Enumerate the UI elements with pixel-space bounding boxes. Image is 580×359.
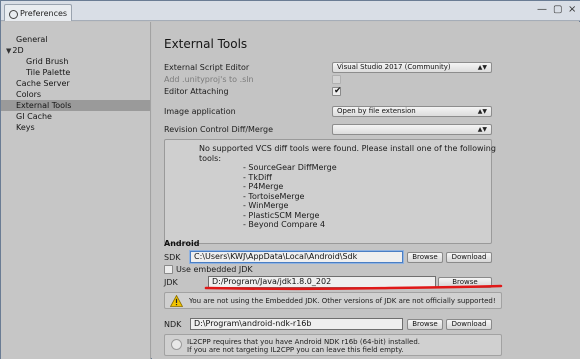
vcs-tool-item: - PlasticSCM Merge bbox=[243, 210, 320, 220]
preferences-window: Preferences — ▢ × General ▼2D Grid Brush… bbox=[0, 0, 580, 359]
editor-attaching-checkbox[interactable]: ✔ bbox=[332, 86, 342, 96]
info-line: If you are not targeting IL2CPP you can … bbox=[187, 346, 404, 354]
jdk-warning-box: You are not using the Embedded JDK. Othe… bbox=[164, 292, 502, 309]
sidebar-item-cache-server[interactable]: Cache Server bbox=[1, 78, 150, 89]
dropdown-value: Open by file extension bbox=[337, 107, 416, 115]
ndk-browse-button[interactable]: Browse bbox=[407, 319, 443, 330]
info-line: IL2CPP requires that you have Android ND… bbox=[187, 338, 421, 346]
preferences-sidebar: General ▼2D Grid Brush Tile Palette Cach… bbox=[1, 22, 151, 359]
vcs-tool-item: - TkDiff bbox=[243, 172, 272, 182]
sdk-path-field[interactable]: C:\Users\KWJ\AppData\Local\Android\Sdk bbox=[190, 251, 403, 263]
use-embedded-jdk-checkbox[interactable] bbox=[164, 265, 173, 274]
checkmark-icon: ✔ bbox=[334, 86, 342, 96]
maximize-button[interactable]: ▢ bbox=[553, 5, 562, 15]
vcs-tool-item: - SourceGear DiffMerge bbox=[243, 163, 337, 172]
editor-attaching-label: Editor Attaching bbox=[164, 87, 229, 96]
minimize-button[interactable]: — bbox=[537, 5, 547, 15]
vcs-message-line: tools: bbox=[199, 153, 222, 163]
ndk-label: NDK bbox=[164, 320, 182, 329]
sidebar-item-general[interactable]: General bbox=[1, 34, 150, 45]
page-title: External Tools bbox=[164, 37, 248, 51]
vcs-help-box: No supported VCS diff tools were found. … bbox=[164, 139, 496, 244]
ndk-path-field[interactable]: D:\Program\android-ndk-r16b bbox=[190, 318, 403, 330]
sidebar-item-keys[interactable]: Keys bbox=[1, 122, 150, 133]
sdk-browse-button[interactable]: Browse bbox=[407, 252, 443, 263]
script-editor-dropdown[interactable]: Visual Studio 2017 (Community) ▲▼ bbox=[332, 62, 492, 73]
vcs-message-line: No supported VCS diff tools were found. … bbox=[199, 144, 496, 153]
vcs-label: Revision Control Diff/Merge bbox=[164, 125, 273, 134]
sidebar-item-grid-brush[interactable]: Grid Brush bbox=[1, 56, 150, 67]
sidebar-item-label: 2D bbox=[12, 46, 24, 55]
sdk-download-button[interactable]: Download bbox=[446, 252, 492, 263]
script-editor-label: External Script Editor bbox=[164, 63, 250, 72]
main-panel: External Tools External Script Editor Vi… bbox=[152, 22, 580, 359]
il2cpp-info-text: IL2CPP requires that you have Android ND… bbox=[187, 338, 420, 354]
jdk-warning-text: You are not using the Embedded JDK. Othe… bbox=[189, 297, 496, 305]
jdk-browse-button[interactable]: Browse bbox=[438, 277, 492, 288]
vcs-tool-item: - WinMerge bbox=[243, 201, 289, 210]
vcs-tool-item: - Beyond Compare 4 bbox=[243, 220, 326, 229]
tab-title: Preferences bbox=[20, 8, 68, 18]
gear-icon bbox=[8, 9, 18, 19]
vcs-tool-item: - TortoiseMerge bbox=[243, 191, 305, 201]
warning-icon bbox=[170, 295, 183, 307]
vcs-dropdown[interactable]: ▲▼ bbox=[332, 124, 492, 135]
dropdown-value: Visual Studio 2017 (Community) bbox=[337, 63, 451, 71]
sidebar-item-2d[interactable]: ▼2D bbox=[1, 45, 150, 56]
title-bar: Preferences — ▢ × bbox=[1, 1, 580, 21]
dropdown-arrow-icon: ▲▼ bbox=[477, 126, 487, 133]
image-application-dropdown[interactable]: Open by file extension ▲▼ bbox=[332, 106, 492, 117]
sidebar-item-tile-palette[interactable]: Tile Palette bbox=[1, 67, 150, 78]
jdk-label: JDK bbox=[164, 278, 178, 287]
sdk-label: SDK bbox=[164, 253, 181, 262]
vcs-tool-item: - P4Merge bbox=[243, 182, 284, 191]
dropdown-arrow-icon: ▲▼ bbox=[477, 108, 487, 115]
preferences-tab[interactable]: Preferences bbox=[4, 4, 72, 21]
use-embedded-jdk-label: Use embedded JDK bbox=[176, 265, 253, 274]
image-application-label: Image application bbox=[164, 107, 236, 116]
add-sln-checkbox[interactable] bbox=[332, 75, 341, 84]
il2cpp-info-box: IL2CPP requires that you have Android ND… bbox=[164, 334, 502, 356]
android-section-title: Android bbox=[164, 239, 200, 248]
sidebar-item-colors[interactable]: Colors bbox=[1, 89, 150, 100]
dropdown-arrow-icon: ▲▼ bbox=[477, 64, 487, 71]
expand-triangle-icon[interactable]: ▼ bbox=[6, 46, 11, 57]
sidebar-item-external-tools[interactable]: External Tools bbox=[1, 100, 150, 111]
info-icon bbox=[171, 339, 182, 350]
ndk-download-button[interactable]: Download bbox=[446, 319, 492, 330]
add-sln-label: Add .unityproj's to .sln bbox=[164, 75, 254, 84]
close-button[interactable]: × bbox=[568, 5, 576, 15]
sidebar-item-gi-cache[interactable]: GI Cache bbox=[1, 111, 150, 122]
jdk-path-field[interactable]: D:/Program/Java/jdk1.8.0_202 bbox=[208, 276, 436, 288]
